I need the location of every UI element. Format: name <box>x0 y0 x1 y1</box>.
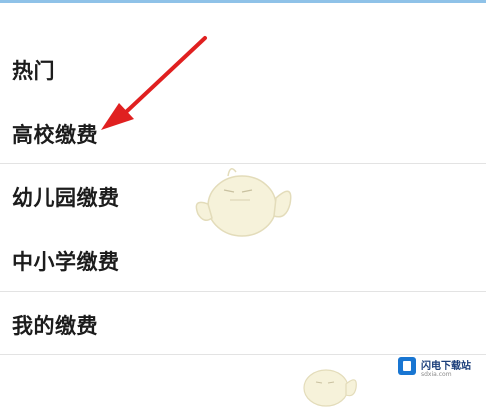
watermark-domain: sdxia.com <box>421 371 452 378</box>
divider <box>0 291 486 292</box>
payment-menu: 热门 高校缴费 幼儿园缴费 中小学缴费 我的缴费 <box>0 0 486 407</box>
menu-item-school-payment[interactable]: 中小学缴费 <box>0 239 486 283</box>
watermark-brand: 闪电下载站 <box>421 361 471 372</box>
menu-item-hot[interactable]: 热门 <box>0 48 486 92</box>
divider <box>0 163 486 164</box>
site-logo-icon <box>398 357 416 375</box>
menu-item-label: 热门 <box>12 59 55 83</box>
divider <box>0 354 486 355</box>
menu-item-college-payment[interactable]: 高校缴费 <box>0 112 486 156</box>
menu-item-kindergarten-payment[interactable]: 幼儿园缴费 <box>0 175 486 219</box>
menu-item-label: 我的缴费 <box>12 314 98 338</box>
menu-item-label: 幼儿园缴费 <box>12 186 120 210</box>
menu-item-label: 中小学缴费 <box>12 250 120 274</box>
menu-item-my-payments[interactable]: 我的缴费 <box>0 303 486 347</box>
menu-item-label: 高校缴费 <box>12 123 98 147</box>
